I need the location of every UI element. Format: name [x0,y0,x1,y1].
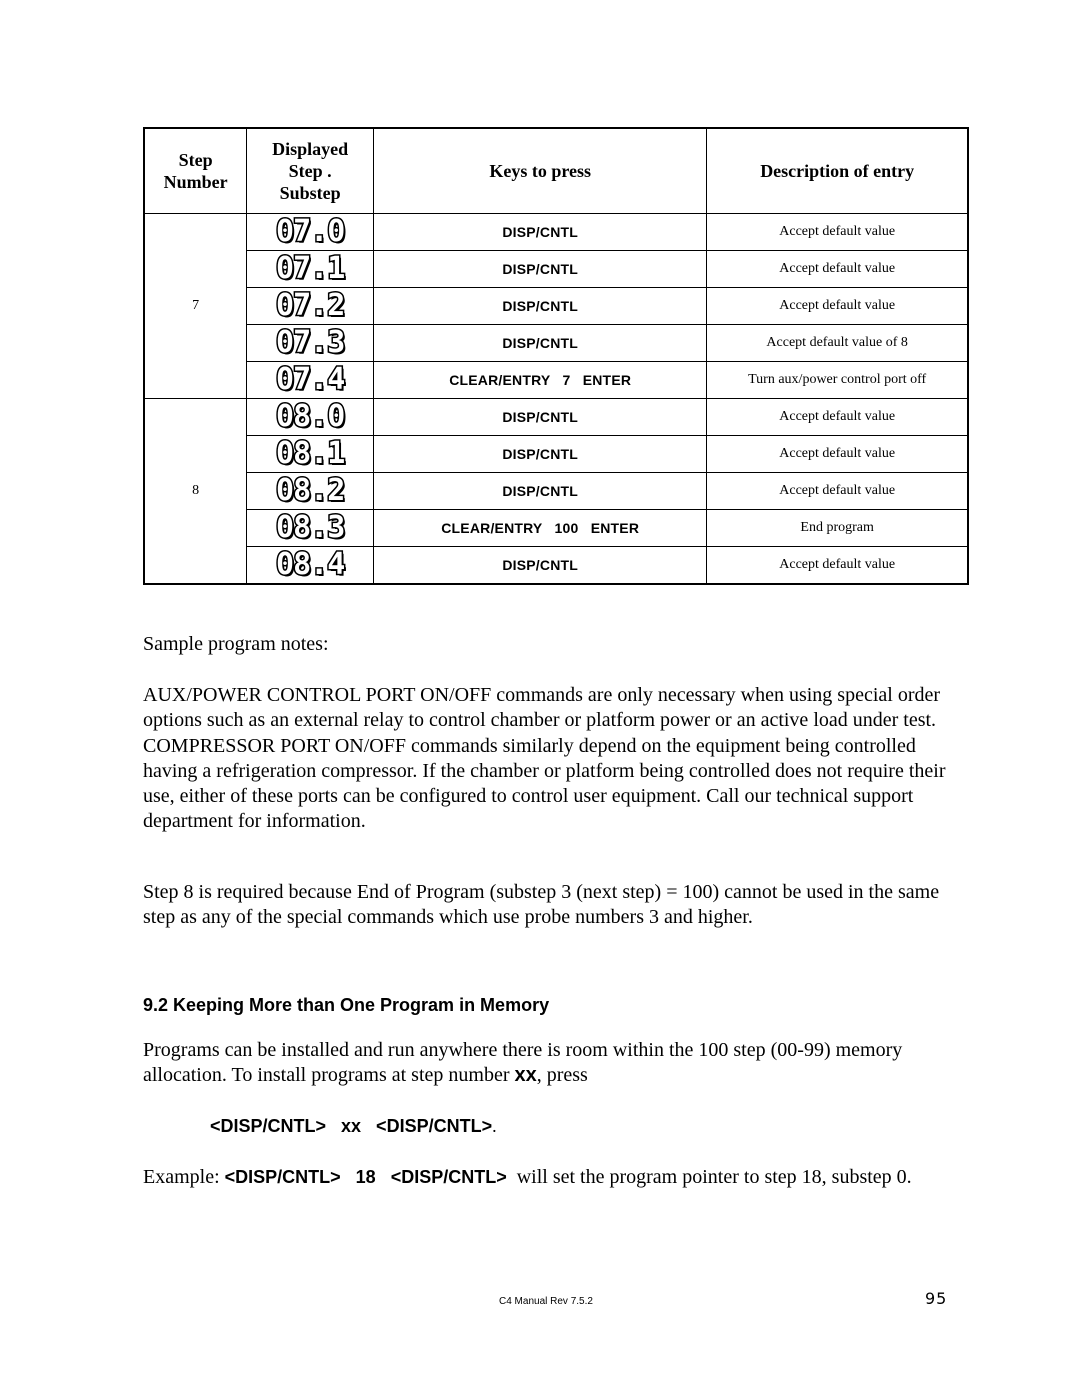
keys-to-press-cell: DISP/CNTL [373,250,708,288]
led-display-readout: 08.0 [275,399,347,434]
footer-doc-revision: C4 Manual Rev 7.5.2 [499,1296,593,1307]
keys-to-press-cell: DISP/CNTL [373,213,708,251]
step-number-cell: 8 [143,398,248,585]
step-number-placeholder: xx [514,1064,537,1087]
led-display-readout: 07.2 [275,288,347,323]
sample-program-table: Step Number Displayed Step . Substep Key… [143,127,969,585]
table-row: 07.3 DISP/CNTL Accept default value of 8 [144,324,969,362]
led-display-readout: 08.1 [275,436,347,471]
page-number: 95 [925,1289,948,1308]
description-cell: End program [706,509,969,547]
led-display-readout: 08.3 [275,510,347,545]
description-cell: Accept default value [706,472,969,510]
keys-to-press-cell: CLEAR/ENTRY 7 ENTER [373,361,708,399]
display-readout-cell: 08.1 [246,435,375,473]
led-display-readout: 07.1 [275,251,347,286]
keys-to-press-cell: DISP/CNTL [373,435,708,473]
keys-to-press-cell: DISP/CNTL [373,324,708,362]
example-command: <DISP/CNTL> 18 <DISP/CNTL> [224,1167,507,1187]
description-cell: Accept default value [706,287,969,325]
manual-page: Step Number Displayed Step . Substep Key… [0,0,1080,1397]
description-cell: Accept default value [706,250,969,288]
table-row: 08.4 DISP/CNTL Accept default value [144,546,969,585]
header-displayed-step-substep: Displayed Step . Substep [246,127,375,214]
table-row: 08.3 CLEAR/ENTRY 100 ENTER End program [144,509,969,547]
header-keys-to-press: Keys to press [373,127,708,214]
display-readout-cell: 08.4 [246,546,375,585]
display-readout-cell: 07.3 [246,324,375,362]
description-cell: Accept default value [706,546,969,585]
keys-to-press-cell: DISP/CNTL [373,546,708,585]
led-display-readout: 07.0 [275,214,347,249]
table-row: 07.4 CLEAR/ENTRY 7 ENTER Turn aux/power co… [144,361,969,399]
table-row: 07.2 DISP/CNTL Accept default value [144,287,969,325]
keys-to-press-cell: CLEAR/ENTRY 100 ENTER [373,509,708,547]
display-readout-cell: 07.1 [246,250,375,288]
table-row: 08.1 DISP/CNTL Accept default value [144,435,969,473]
paragraph-aux-power: AUX/POWER CONTROL PORT ON/OFF commands a… [143,684,946,833]
table-row: 7 07.0 DISP/CNTL Accept default value [143,213,969,399]
example-paragraph: Example: <DISP/CNTL> 18 <DISP/CNTL> will… [143,1166,912,1188]
table-row: 07.1 DISP/CNTL Accept default value [144,250,969,288]
keys-to-press-cell: DISP/CNTL [373,398,708,436]
display-readout-cell: 07.4 [246,361,375,399]
display-readout-cell: 08.0 [246,398,375,436]
display-readout-cell: 07.2 [246,287,375,325]
description-cell: Accept default value [706,435,969,473]
table-row: 8 08.0 DISP/CNTL Accept default value [143,398,969,585]
header-step-number: Step Number [143,127,248,214]
command-line: <DISP/CNTL> xx <DISP/CNTL>. [210,1116,497,1136]
description-cell: Accept default value [706,213,969,251]
description-cell: Accept default value of 8 [706,324,969,362]
section-heading: 9.2 Keeping More than One Program in Mem… [143,995,550,1015]
header-description: Description of entry [706,127,969,214]
led-display-readout: 07.3 [275,325,347,360]
keys-to-press-cell: DISP/CNTL [373,472,708,510]
notes-title: Sample program notes: [143,633,329,655]
description-cell: Turn aux/power control port off [706,361,969,399]
led-display-readout: 08.2 [275,473,347,508]
step-number-cell: 7 [143,213,248,399]
led-display-readout: 07.4 [275,362,347,397]
display-readout-cell: 08.3 [246,509,375,547]
paragraph-step8: Step 8 is required because End of Progra… [143,881,940,929]
led-display-readout: 08.4 [275,547,347,582]
table-header-row: Step Number Displayed Step . Substep Key… [143,127,969,214]
description-cell: Accept default value [706,398,969,436]
display-readout-cell: 07.0 [246,213,375,251]
keys-to-press-cell: DISP/CNTL [373,287,708,325]
table-row: 08.2 DISP/CNTL Accept default value [144,472,969,510]
display-readout-cell: 08.2 [246,472,375,510]
paragraph-programs: Programs can be installed and run anywhe… [143,1039,903,1087]
